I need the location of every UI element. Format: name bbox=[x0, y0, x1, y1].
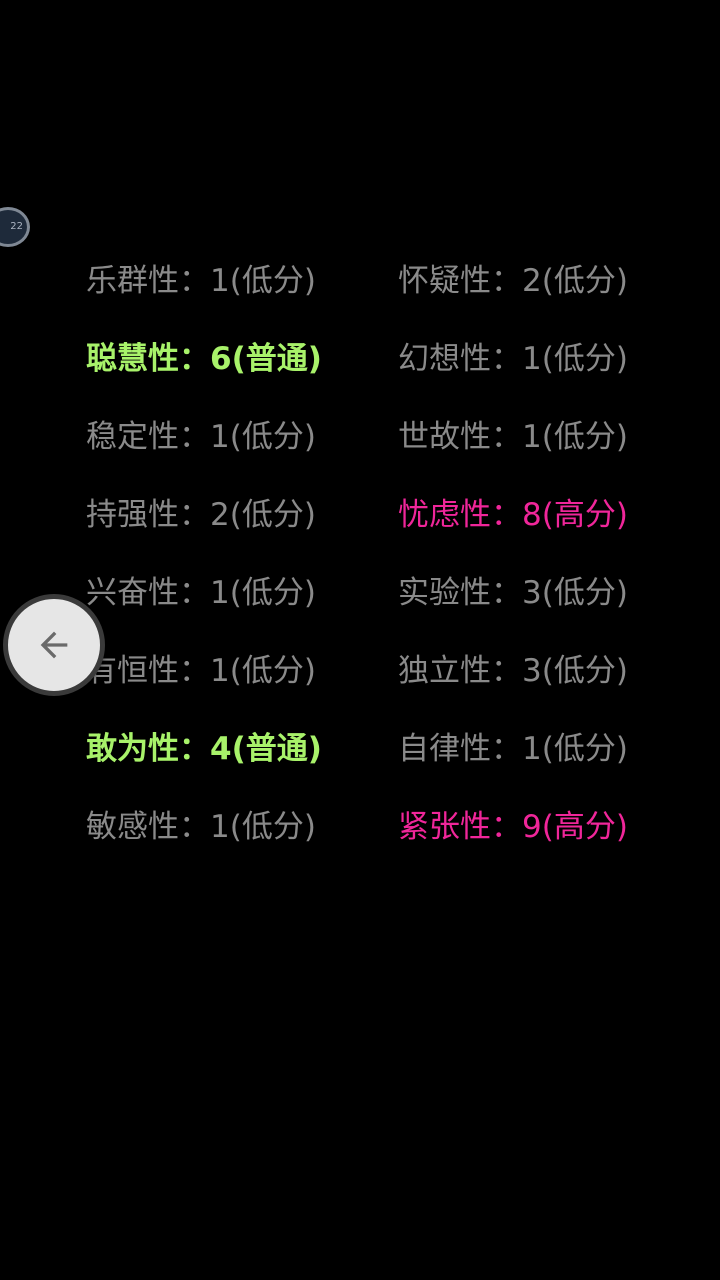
trait-score: 敏感性：1(低分) bbox=[86, 809, 316, 845]
trait-score: 有恒性：1(低分) bbox=[86, 653, 316, 689]
trait-score: 自律性：1(低分) bbox=[398, 731, 628, 767]
trait-score: 忧虑性：8(高分) bbox=[398, 497, 628, 533]
trait-score: 兴奋性：1(低分) bbox=[86, 575, 316, 611]
floating-assistant-badge[interactable]: 22 bbox=[0, 207, 30, 247]
floating-back-button[interactable] bbox=[3, 594, 105, 696]
trait-score: 紧张性：9(高分) bbox=[398, 809, 628, 845]
trait-score: 稳定性：1(低分) bbox=[86, 419, 316, 455]
trait-score: 怀疑性：2(低分) bbox=[398, 263, 628, 299]
trait-score: 独立性：3(低分) bbox=[398, 653, 628, 689]
trait-score: 实验性：3(低分) bbox=[398, 575, 628, 611]
trait-score: 聪慧性：6(普通) bbox=[86, 341, 322, 377]
arrow-left-icon bbox=[40, 631, 68, 659]
trait-score-grid: 乐群性：1(低分) 怀疑性：2(低分) 聪慧性：6(普通) 幻想性：1(低分) … bbox=[86, 252, 646, 876]
trait-score: 持强性：2(低分) bbox=[86, 497, 316, 533]
trait-score: 乐群性：1(低分) bbox=[86, 263, 316, 299]
trait-score: 敢为性：4(普通) bbox=[86, 731, 322, 767]
trait-score: 幻想性：1(低分) bbox=[398, 341, 628, 377]
trait-score: 世故性：1(低分) bbox=[398, 419, 628, 455]
